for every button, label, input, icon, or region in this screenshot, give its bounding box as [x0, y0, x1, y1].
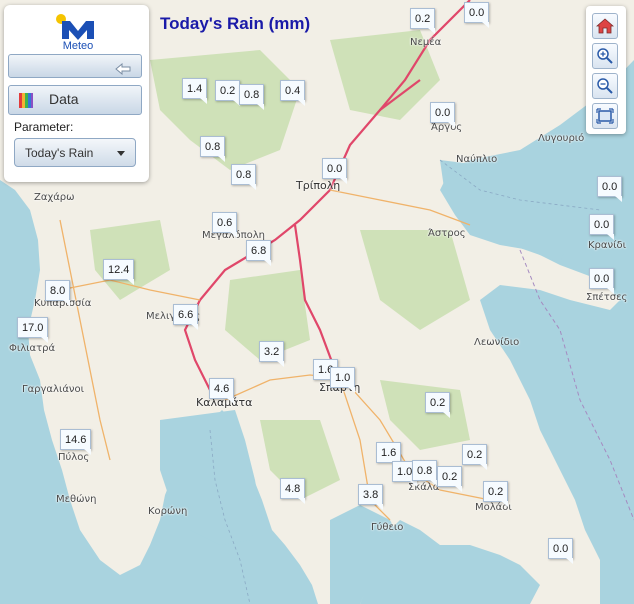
chevron-down-icon [117, 151, 125, 156]
place-label: Γύθειο [371, 522, 404, 533]
zoom-in-button[interactable] [592, 43, 618, 69]
collapse-panel-button[interactable] [8, 54, 142, 78]
zoom-out-icon [597, 78, 613, 94]
place-label: Νεμέα [410, 37, 442, 48]
rain-marker[interactable]: 3.2 [259, 341, 285, 367]
parameter-select-value: Today's Rain [25, 146, 94, 160]
place-label: Κρανίδι [588, 240, 626, 251]
rain-marker[interactable]: 6.8 [246, 240, 272, 266]
rain-marker[interactable]: 0.8 [412, 460, 438, 486]
home-icon [596, 18, 614, 34]
rain-marker[interactable]: 0.2 [410, 8, 436, 34]
place-label: Ζαχάρω [34, 192, 75, 203]
rain-marker[interactable]: 14.6 [60, 429, 92, 455]
full-extent-icon [596, 108, 614, 124]
rain-marker[interactable]: 0.8 [231, 164, 257, 190]
palette-icon [19, 93, 33, 112]
logo-text: Meteo [62, 40, 94, 52]
rain-marker[interactable]: 0.2 [483, 481, 509, 507]
rain-marker[interactable]: 1.4 [182, 78, 208, 104]
rain-marker[interactable]: 3.8 [358, 484, 384, 510]
place-label: Φιλιατρά [9, 343, 56, 354]
arrow-left-icon [115, 60, 131, 79]
parameter-select[interactable]: Today's Rain [14, 138, 136, 167]
zoom-in-icon [597, 48, 613, 64]
rain-marker[interactable]: 17.0 [17, 317, 49, 343]
rain-marker[interactable]: 0.2 [437, 466, 463, 492]
rain-marker[interactable]: 0.0 [464, 2, 490, 28]
full-extent-button[interactable] [592, 103, 618, 129]
rain-marker[interactable]: 0.0 [322, 158, 348, 184]
rain-marker[interactable]: 0.4 [280, 80, 306, 106]
map-title: Today's Rain (mm) [160, 14, 311, 33]
zoom-out-button[interactable] [592, 73, 618, 99]
control-panel: Meteo Data Parameter: Today's Rain [4, 5, 149, 182]
rain-marker[interactable]: 0.8 [239, 84, 265, 110]
rain-marker[interactable]: 4.6 [209, 378, 235, 404]
rain-marker[interactable]: 0.8 [200, 136, 226, 162]
data-button-label: Data [49, 91, 79, 107]
parameter-label: Parameter: [14, 120, 74, 134]
rain-marker[interactable]: 6.6 [173, 304, 199, 330]
rain-marker[interactable]: 1.0 [330, 367, 356, 393]
rain-marker[interactable]: 8.0 [45, 280, 71, 306]
rain-marker[interactable]: 0.0 [589, 268, 615, 294]
place-label: Λυγουριό [538, 133, 585, 144]
place-label: Λεωνίδιο [474, 337, 520, 348]
rain-marker[interactable]: 0.2 [462, 444, 488, 470]
rain-marker[interactable]: 1.6 [376, 442, 402, 468]
rain-marker[interactable]: 0.6 [212, 212, 238, 238]
rain-marker[interactable]: 0.0 [589, 214, 615, 240]
rain-marker[interactable]: 0.0 [597, 176, 623, 202]
place-label: Γαργαλιάνοι [22, 384, 85, 395]
rain-marker[interactable]: 4.8 [280, 478, 306, 504]
place-label: Ναύπλιο [456, 154, 498, 165]
rain-marker[interactable]: 12.4 [103, 259, 135, 285]
place-label: Κορώνη [148, 506, 188, 517]
rain-marker[interactable]: 0.0 [548, 538, 574, 564]
rain-marker[interactable]: 0.0 [430, 102, 456, 128]
place-label: Άστρος [428, 228, 466, 239]
place-label: Μεθώνη [56, 494, 97, 505]
rain-marker[interactable]: 0.2 [425, 392, 451, 418]
data-button[interactable]: Data [8, 85, 142, 115]
meteo-logo: Meteo [52, 11, 104, 52]
map-toolbar [586, 6, 626, 134]
rain-marker[interactable]: 0.2 [215, 80, 241, 106]
home-button[interactable] [592, 13, 618, 39]
place-label: Τρίπολη [296, 179, 341, 192]
